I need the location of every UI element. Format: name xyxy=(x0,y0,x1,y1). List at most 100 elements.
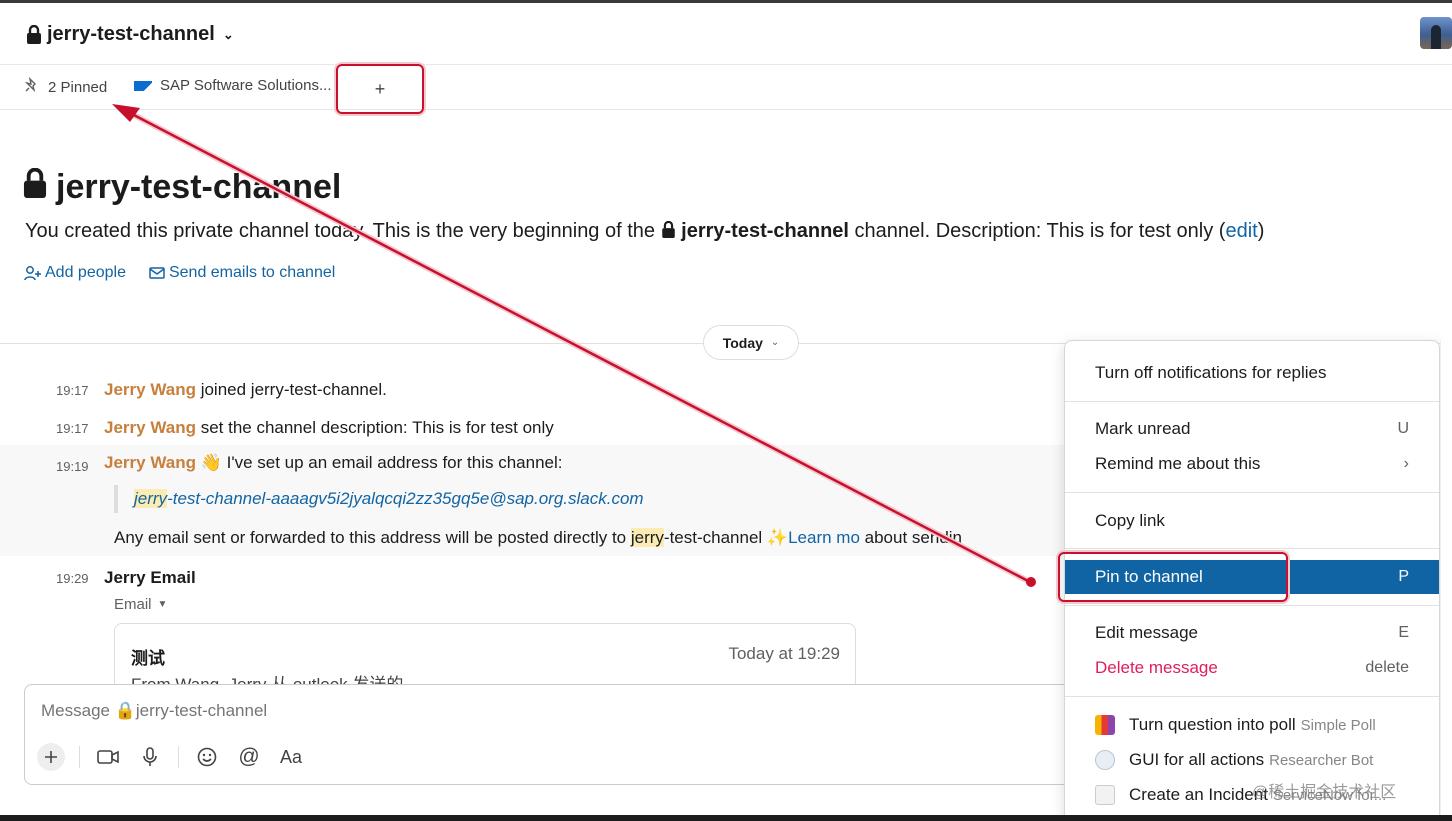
message-time[interactable]: 19:19 xyxy=(56,459,89,474)
menu-item-remind-me[interactable]: Remind me about this › xyxy=(1065,447,1439,481)
message-time[interactable]: 19:17 xyxy=(56,421,89,436)
toolbar-separator xyxy=(79,746,80,768)
add-attachment-button[interactable] xyxy=(37,743,65,771)
menu-item-label: Turn question into poll xyxy=(1129,715,1296,734)
channel-header: jerry-test-channel ⌄ xyxy=(0,3,1452,65)
sparkle-emoji: ✨ xyxy=(766,528,789,547)
channel-title-button[interactable]: jerry-test-channel ⌄ xyxy=(26,23,234,46)
send-emails-label: Send emails to channel xyxy=(168,264,336,281)
watermark: @稀土掘金技术社区 xyxy=(1252,784,1397,801)
format-button[interactable]: Aa xyxy=(277,743,305,771)
avatar[interactable] xyxy=(1420,17,1452,49)
composer-toolbar: @ Aa xyxy=(37,743,305,771)
message-actions-menu: Turn off notifications for replies Mark … xyxy=(1064,340,1440,821)
message-composer: @ Aa xyxy=(24,684,1124,785)
lock-icon xyxy=(26,25,42,44)
menu-separator xyxy=(1065,696,1439,697)
message-author[interactable]: Jerry Wang xyxy=(104,453,196,472)
info-text-rest: -test-channel xyxy=(663,528,767,547)
menu-item-simple-poll[interactable]: Turn question into poll Simple Poll xyxy=(1065,708,1439,742)
info-text-tail: about sendin xyxy=(859,528,963,547)
menu-item-pin-to-channel[interactable]: Pin to channel P xyxy=(1065,560,1439,594)
menu-item-label: Turn off notifications for replies xyxy=(1095,363,1327,382)
email-address-text: -test-channel-aaaagv5i2jyalqcqi2zz35gq5e… xyxy=(167,489,644,508)
toolbar-separator xyxy=(178,746,179,768)
video-clip-button[interactable] xyxy=(94,743,122,771)
chevron-down-icon: ⌄ xyxy=(770,337,780,348)
wave-emoji: 👋 xyxy=(200,453,222,472)
message-author[interactable]: Jerry Email xyxy=(104,568,196,587)
menu-item-researcher-bot[interactable]: GUI for all actions Researcher Bot xyxy=(1065,743,1439,777)
menu-item-mark-unread[interactable]: Mark unread U xyxy=(1065,412,1439,446)
channel-name: jerry-test-channel xyxy=(47,23,215,45)
shortcut-key: U xyxy=(1397,420,1409,437)
intro-channel-name: jerry-test-channel xyxy=(56,168,342,206)
learn-more-link[interactable]: Learn mo xyxy=(788,528,860,547)
video-icon xyxy=(97,750,119,764)
plus-icon xyxy=(45,751,57,763)
lock-icon xyxy=(22,167,48,207)
lock-icon xyxy=(661,220,676,242)
shortcut-key: P xyxy=(1398,568,1409,585)
menu-item-label: GUI for all actions xyxy=(1129,750,1265,769)
edit-description-link[interactable]: edit xyxy=(1225,220,1257,242)
message-text: joined jerry-test-channel. xyxy=(195,380,387,399)
menu-item-edit-message[interactable]: Edit message E xyxy=(1065,616,1439,650)
mention-button[interactable]: @ xyxy=(235,743,263,771)
message-time[interactable]: 19:29 xyxy=(56,571,89,586)
add-people-label: Add people xyxy=(45,264,126,281)
at-sign-icon: @ xyxy=(238,745,260,768)
pinned-bookmark[interactable]: 2 Pinned xyxy=(24,76,108,97)
smiley-icon xyxy=(197,747,217,767)
intro-title: jerry-test-channel xyxy=(22,167,342,207)
menu-item-label: Edit message xyxy=(1095,623,1198,642)
intro-channel-mention[interactable]: jerry-test-channel xyxy=(681,220,849,242)
emoji-button[interactable] xyxy=(193,743,221,771)
bookmarks-bar: 2 Pinned SAP Software Solutions... xyxy=(0,65,1452,110)
intro-text-after: channel. Description: This is for test o… xyxy=(849,220,1226,242)
bot-app-icon xyxy=(1095,750,1115,770)
sap-bookmark[interactable]: SAP Software Solutions... xyxy=(134,77,331,94)
intro-text-close: ) xyxy=(1257,220,1265,242)
menu-item-copy-link[interactable]: Copy link xyxy=(1065,504,1439,538)
menu-separator xyxy=(1065,492,1439,493)
app-name: Simple Poll xyxy=(1300,716,1376,734)
intro-description: You created this private channel today. … xyxy=(25,220,1264,243)
menu-separator xyxy=(1065,605,1439,606)
menu-item-turn-off-notifications[interactable]: Turn off notifications for replies xyxy=(1065,356,1439,390)
menu-separator xyxy=(1065,548,1439,549)
menu-item-label: Delete message xyxy=(1095,658,1218,677)
shortcut-key: E xyxy=(1398,624,1409,641)
format-label: Aa xyxy=(279,746,303,767)
email-meta-toggle[interactable]: Email ▼ xyxy=(114,596,167,613)
pin-icon xyxy=(24,76,40,97)
menu-item-label: Pin to channel xyxy=(1095,567,1203,586)
audio-clip-button[interactable] xyxy=(136,743,164,771)
servicenow-app-icon xyxy=(1095,785,1115,805)
message-author[interactable]: Jerry Wang xyxy=(104,418,196,437)
add-bookmark-button[interactable]: + xyxy=(336,64,424,114)
message-time[interactable]: 19:17 xyxy=(56,383,89,398)
intro-actions: Add people Send emails to channel xyxy=(24,264,335,282)
chevron-right-icon: › xyxy=(1403,455,1409,472)
date-divider-button[interactable]: Today ⌄ xyxy=(703,325,799,360)
pinned-label: 2 Pinned xyxy=(48,78,108,96)
chevron-down-icon: ⌄ xyxy=(222,26,234,42)
menu-item-delete-message[interactable]: Delete message delete xyxy=(1065,651,1439,685)
menu-item-label: Create an Incident xyxy=(1129,785,1268,804)
menu-item-label: Remind me about this xyxy=(1095,454,1261,473)
microphone-icon xyxy=(143,747,157,766)
message-author[interactable]: Jerry Wang xyxy=(104,380,196,399)
email-address-quote[interactable]: jerry-test-channel-aaaagv5i2jyalqcqi2zz3… xyxy=(114,485,644,513)
window-bottom-border xyxy=(0,815,1452,821)
highlight-mark: jerry xyxy=(134,489,168,508)
mail-icon xyxy=(149,267,165,279)
email-date: Today at 19:29 xyxy=(728,644,840,663)
date-divider-label: Today xyxy=(722,334,763,351)
email-preview-card[interactable]: 测试 Today at 19:29 From Wang, Jerry 从 out… xyxy=(114,623,856,693)
add-people-button[interactable]: Add people xyxy=(24,264,126,282)
send-emails-button[interactable]: Send emails to channel xyxy=(148,264,335,282)
message-text: set the channel description: This is for… xyxy=(195,418,554,437)
caret-down-icon: ▼ xyxy=(157,599,168,610)
message-input[interactable] xyxy=(41,701,641,721)
